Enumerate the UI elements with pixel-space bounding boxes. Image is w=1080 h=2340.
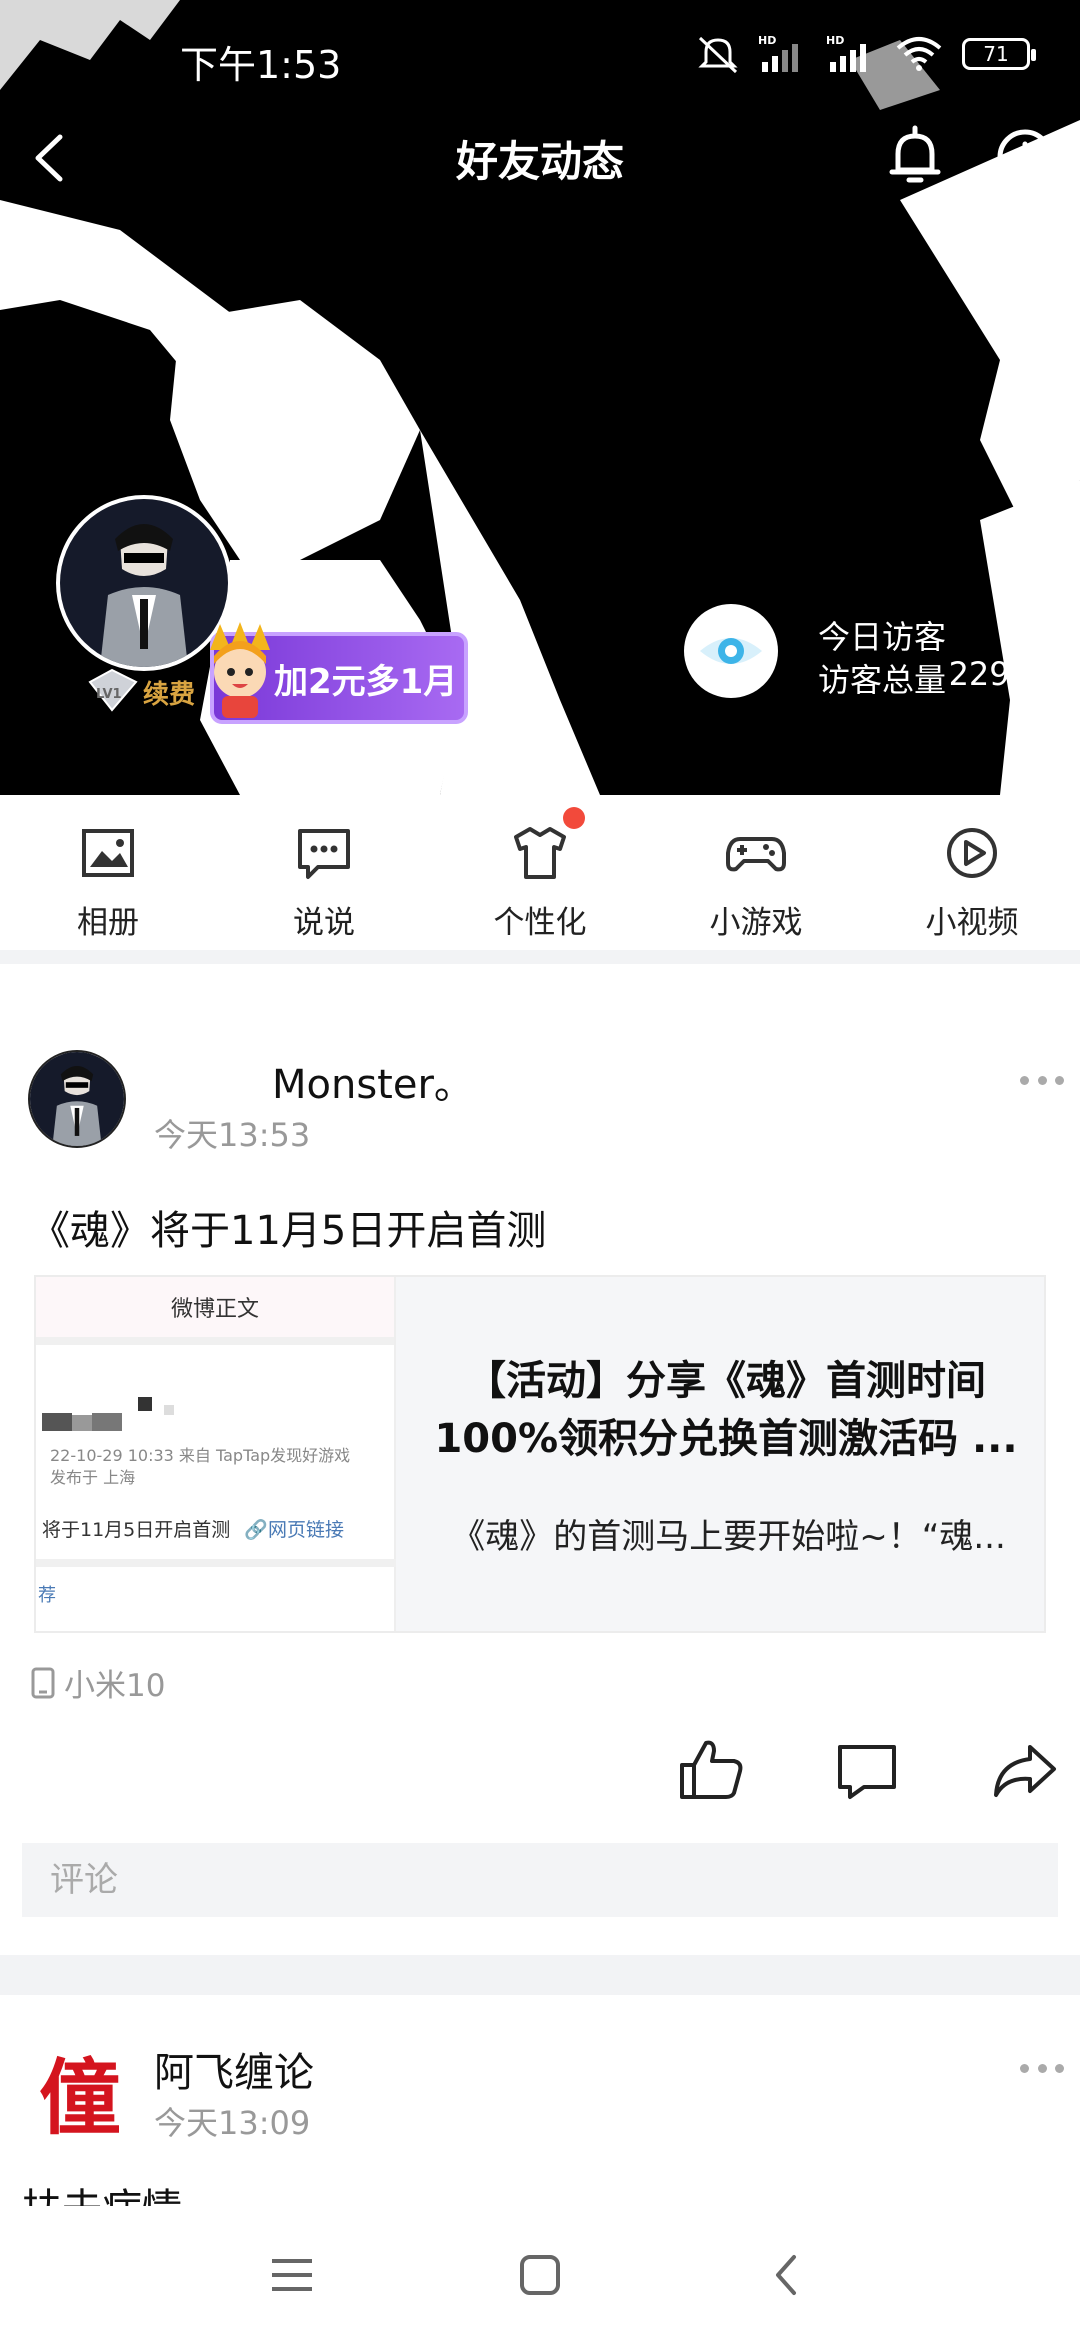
- more-options-icon[interactable]: [1020, 2058, 1064, 2078]
- level-diamond-icon: LV1: [88, 668, 138, 712]
- signal-hd-icon: HD: [758, 34, 798, 72]
- quick-nav: 相册 说说 个性化 小游戏 小视频: [0, 795, 1080, 950]
- visitors-today-value: 0: [1009, 612, 1030, 650]
- post-actions: [0, 1735, 1080, 1815]
- blurred-username-image: [42, 1397, 174, 1431]
- link-title: 【活动】分享《魂》首测时间100%领积分兑换首测激活码 ...: [434, 1358, 1018, 1462]
- nav-back-icon[interactable]: [758, 2245, 818, 2305]
- level-text: LV1: [96, 687, 122, 702]
- svg-text:HD: HD: [758, 34, 776, 47]
- thumb-meta: 22-10-29 10:33 来自 TapTap发现好游戏 发布于 上海: [50, 1445, 350, 1489]
- message-icon: [298, 829, 350, 879]
- video-play-icon: [947, 828, 997, 878]
- status-bar: 下午1:53 HD HD 71: [0, 0, 1080, 120]
- promo-label: 加2元多1月: [274, 661, 458, 702]
- gamepad-icon: [726, 837, 786, 872]
- level-badge[interactable]: LV1: [82, 668, 144, 712]
- visitors-today-label: 今日访客: [818, 618, 947, 656]
- quick-nav-personalize[interactable]: 个性化: [432, 795, 648, 950]
- tshirt-icon: [514, 827, 566, 879]
- avatar-image: [30, 1052, 124, 1146]
- profile-cover: 下午1:53 HD HD 71 好友动态 LV1 续费 加2元多1月 今日访客 …: [0, 0, 1080, 795]
- visitor-eye-button[interactable]: [684, 604, 778, 698]
- eye-icon: [700, 638, 762, 664]
- battery-icon: 71: [962, 38, 1036, 70]
- post-time: 今天13:09: [154, 2104, 311, 2142]
- system-nav-bar: [0, 2215, 1080, 2340]
- post-author-avatar[interactable]: [28, 1050, 126, 1148]
- device-info: 小米10: [30, 1660, 165, 1705]
- visitors-total-value: 2296: [948, 655, 1030, 693]
- quick-nav-label: 小游戏: [709, 905, 803, 941]
- signal-hd-icon-2: HD: [826, 34, 866, 72]
- home-icon[interactable]: [510, 2245, 570, 2305]
- post-author-avatar[interactable]: 僮: [30, 2040, 130, 2146]
- renew-label[interactable]: 续费: [143, 674, 195, 711]
- post-text: 《魂》将于11月5日开启首测: [30, 1208, 547, 1254]
- photo-album-icon: [82, 829, 134, 877]
- avatar-char: 僮: [38, 2049, 121, 2146]
- thumb-line-text: 将于11月5日开启首测: [42, 1519, 231, 1541]
- comment-input[interactable]: 评论: [22, 1843, 1058, 1917]
- battery-level: 71: [983, 42, 1009, 66]
- quick-nav-label: 个性化: [493, 905, 587, 941]
- status-time: 下午1:53: [180, 43, 342, 87]
- post-author-name[interactable]: 阿飞缠论: [154, 2040, 314, 2098]
- thumb-meta-line: 22-10-29 10:33 来自 TapTap发现好游戏: [50, 1446, 351, 1465]
- thumb-header: 微博正文: [36, 1277, 394, 1345]
- thumb-meta-line: 发布于 上海: [50, 1468, 136, 1487]
- visitors-today: 今日访客 0: [818, 612, 1030, 658]
- phone-icon: [31, 1667, 55, 1698]
- visitors-total-label: 访客总量: [818, 661, 947, 699]
- link-description: 《魂》的首测马上要开始啦~！“魂...: [451, 1517, 1006, 1557]
- post-text-clip: 扶去病情: [22, 2176, 322, 2206]
- visitors-total: 访客总量 2296: [818, 655, 1030, 701]
- quick-nav-shuoshuo[interactable]: 说说: [216, 795, 432, 950]
- mute-icon: [698, 36, 738, 74]
- notification-dot: [563, 807, 585, 829]
- thumb-rec: 荐: [38, 1585, 56, 1606]
- section-divider: [0, 1955, 1080, 1995]
- bell-icon[interactable]: [880, 122, 950, 192]
- menu-icon[interactable]: [262, 2245, 322, 2305]
- quick-nav-label: 相册: [77, 905, 139, 941]
- status-icons: HD HD 71: [696, 34, 1036, 74]
- section-divider: [0, 950, 1080, 964]
- quick-nav-album[interactable]: 相册: [0, 795, 216, 950]
- wifi-icon: [896, 37, 942, 71]
- post-time: 今天13:53: [154, 1116, 311, 1154]
- add-circle-icon[interactable]: [990, 122, 1060, 192]
- share-icon[interactable]: [990, 1735, 1060, 1805]
- quick-nav-games[interactable]: 小游戏: [648, 795, 864, 950]
- quick-nav-label: 小视频: [925, 905, 1019, 941]
- more-options-icon[interactable]: [1020, 1070, 1064, 1090]
- post-text: 扶去病情: [22, 2176, 182, 2206]
- like-icon[interactable]: [676, 1735, 746, 1805]
- svg-text:HD: HD: [826, 34, 844, 47]
- device-name: 小米10: [64, 1668, 166, 1704]
- thumb-divider: [36, 1559, 396, 1567]
- mascot-icon: [210, 622, 270, 718]
- thumb-link-text: 网页链接: [267, 1519, 344, 1541]
- thumb-line: 将于11月5日开启首测 🔗网页链接: [42, 1515, 344, 1542]
- quick-nav-label: 说说: [293, 905, 355, 941]
- quick-nav-videos[interactable]: 小视频: [864, 795, 1080, 950]
- link-thumbnail: 微博正文 22-10-29 10:33 来自 TapTap发现好游戏 发布于 上…: [36, 1277, 396, 1631]
- comment-icon[interactable]: [832, 1735, 902, 1805]
- post-author-name[interactable]: Monster。: [272, 1052, 474, 1110]
- thumb-link: 🔗网页链接: [244, 1519, 344, 1541]
- top-bar: 好友动态: [0, 120, 1080, 195]
- link-card[interactable]: 微博正文 22-10-29 10:33 来自 TapTap发现好游戏 发布于 上…: [34, 1275, 1046, 1633]
